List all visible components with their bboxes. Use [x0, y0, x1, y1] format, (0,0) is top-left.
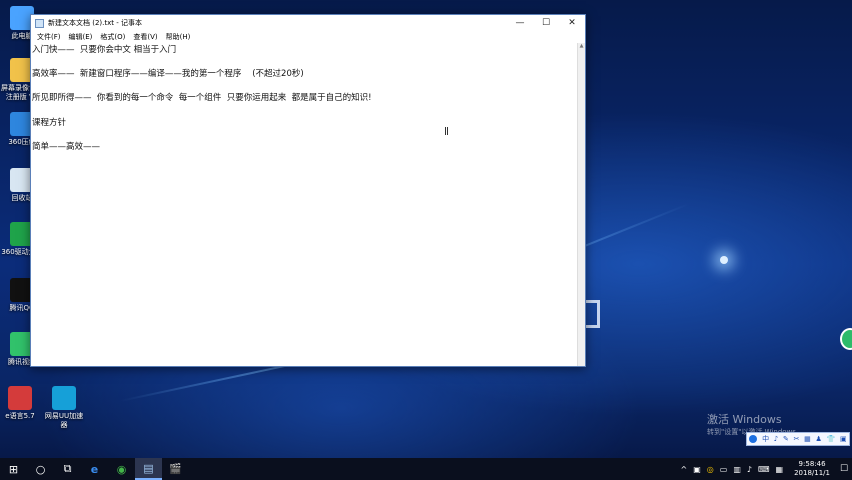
- tray-battery-icon[interactable]: ▭: [720, 465, 728, 474]
- ime-scissors-icon[interactable]: ✂: [794, 435, 800, 443]
- minimize-button[interactable]: —: [507, 15, 533, 31]
- taskbar: ⊞ ○ ⧉ e ◉ ▤ 🎬 ^ ▣ ◎ ▭ ▥ ♪ ⌨ ▦ 9:58:46 20…: [0, 458, 852, 480]
- ime-logo-icon[interactable]: [749, 435, 758, 443]
- tray-app-icon[interactable]: ▣: [693, 465, 701, 474]
- clock-date: 2018/11/1: [794, 469, 830, 477]
- menu-help[interactable]: 帮助(H): [162, 32, 195, 42]
- uu-accelerator-icon: [52, 386, 76, 410]
- start-icon[interactable]: ⊞: [0, 458, 27, 480]
- ime-punctuation-icon[interactable]: ♪: [774, 435, 778, 443]
- notepad-icon: [35, 18, 44, 28]
- notepad-window[interactable]: 新建文本文档 (2).txt - 记事本 — ☐ ✕ 文件(F) 编辑(E) 格…: [30, 14, 586, 367]
- system-tray: ^ ▣ ◎ ▭ ▥ ♪ ⌨ ▦ 9:58:46 2018/11/1 ☐: [678, 458, 852, 480]
- 360-browser-glyph: ◉: [116, 462, 127, 476]
- close-button[interactable]: ✕: [559, 15, 585, 31]
- ime-toolbar[interactable]: 中 ♪ ✎ ✂ ▦ ♟ 👕 ▣: [746, 432, 850, 446]
- desktop-icon-label: e语言5.7: [5, 412, 35, 420]
- menu-edit[interactable]: 编辑(E): [65, 32, 97, 42]
- menu-format[interactable]: 格式(O): [96, 32, 129, 42]
- video-clapper-icon[interactable]: 🎬: [162, 458, 189, 480]
- watermark-title: 激活 Windows: [707, 413, 782, 426]
- background-light: [720, 256, 728, 264]
- tray-360-icon[interactable]: ◎: [707, 465, 714, 474]
- title-bar[interactable]: 新建文本文档 (2).txt - 记事本 — ☐ ✕: [31, 15, 585, 31]
- ime-keyboard-icon[interactable]: ▦: [804, 435, 811, 443]
- ime-menu-icon[interactable]: ▣: [840, 435, 847, 443]
- ime-pen-icon[interactable]: ✎: [783, 435, 789, 443]
- window-title: 新建文本文档 (2).txt - 记事本: [48, 19, 142, 27]
- search-icon[interactable]: ○: [27, 458, 54, 480]
- notepad-app-glyph: ▤: [143, 461, 154, 475]
- tray-network-icon[interactable]: ▥: [733, 465, 741, 474]
- task-view-icon[interactable]: ⧉: [54, 458, 81, 480]
- clock-time: 9:58:46: [798, 460, 826, 468]
- tray-ime-icon[interactable]: ▦: [776, 465, 784, 474]
- scroll-up-icon[interactable]: ▲: [578, 43, 585, 49]
- maximize-button[interactable]: ☐: [533, 15, 559, 31]
- desktop-icon[interactable]: 网易UU加速器: [42, 386, 86, 430]
- tray-expand-icon[interactable]: ^: [681, 465, 688, 474]
- notification-icon[interactable]: ☐: [836, 464, 852, 474]
- menu-file[interactable]: 文件(F): [33, 32, 65, 42]
- video-clapper-glyph: 🎬: [169, 463, 182, 475]
- e-language-icon: [8, 386, 32, 410]
- floating-widget[interactable]: [840, 328, 852, 350]
- menu-view[interactable]: 查看(V): [129, 32, 161, 42]
- 360-browser-icon[interactable]: ◉: [108, 458, 135, 480]
- vertical-scrollbar[interactable]: ▲: [577, 43, 585, 366]
- tray-volume-icon[interactable]: ♪: [747, 465, 752, 474]
- text-cursor-icon: [445, 127, 448, 135]
- menu-bar: 文件(F) 编辑(E) 格式(O) 查看(V) 帮助(H): [31, 31, 585, 43]
- ime-user-icon[interactable]: ♟: [816, 435, 822, 443]
- text-editor[interactable]: 入门快—— 只要你会中文 相当于入门 高效率—— 新建窗口程序——编译——我的第…: [31, 43, 577, 366]
- clock[interactable]: 9:58:46 2018/11/1: [786, 460, 836, 478]
- ime-chinese-mode[interactable]: 中: [762, 434, 769, 444]
- desktop-icon-label: 网易UU加速器: [44, 412, 84, 429]
- notepad-app-icon[interactable]: ▤: [135, 458, 162, 480]
- desktop-icon[interactable]: e语言5.7: [0, 386, 42, 421]
- edge-glyph: e: [90, 462, 99, 476]
- edge-icon[interactable]: e: [81, 458, 108, 480]
- ime-skin-icon[interactable]: 👕: [827, 435, 836, 443]
- tray-keyboard-icon[interactable]: ⌨: [758, 465, 770, 474]
